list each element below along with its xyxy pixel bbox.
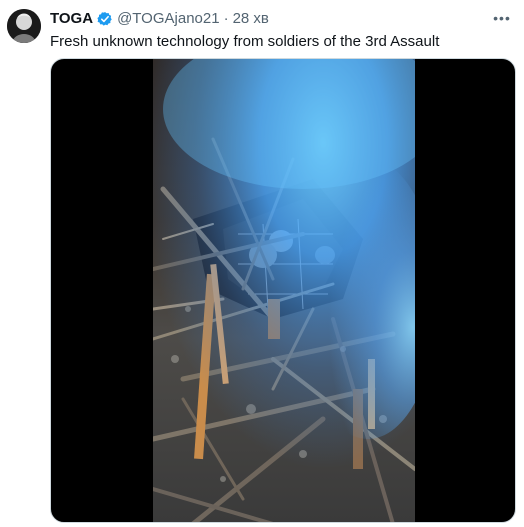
video-frame[interactable] bbox=[153, 59, 415, 522]
video-thumbnail-image bbox=[153, 59, 415, 522]
display-name[interactable]: TOGA bbox=[50, 10, 93, 28]
tweet-card: TOGA @TOGAjano21 · 28 хв ••• Fresh unkno… bbox=[0, 0, 524, 527]
video-player[interactable] bbox=[50, 58, 516, 523]
timestamp[interactable]: 28 хв bbox=[233, 10, 269, 28]
tweet-text: Fresh unknown technology from soldiers o… bbox=[50, 33, 440, 50]
tweet-header: TOGA @TOGAjano21 · 28 хв bbox=[50, 10, 269, 28]
separator: · bbox=[223, 10, 229, 27]
avatar[interactable] bbox=[7, 9, 41, 43]
verified-badge-icon bbox=[97, 11, 113, 27]
more-options-icon[interactable]: ••• bbox=[492, 8, 512, 28]
handle[interactable]: @TOGAjano21 bbox=[117, 10, 220, 28]
avatar-image bbox=[7, 9, 41, 43]
